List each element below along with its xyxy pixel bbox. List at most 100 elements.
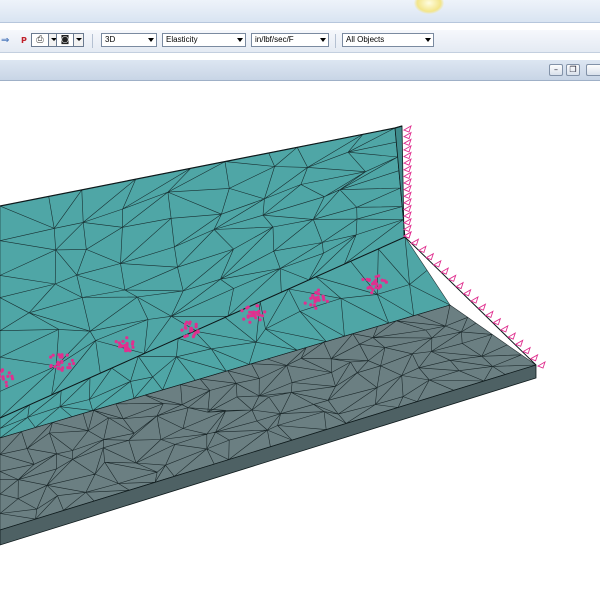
constraint-marker-dot: [58, 355, 62, 359]
p-button[interactable]: P: [21, 34, 27, 47]
constraint-marker-dot: [5, 384, 9, 388]
constraint-marker-dot: [258, 313, 262, 317]
constraint-marker-dot: [130, 342, 135, 346]
constraint-marker-dot: [312, 303, 316, 307]
view-mode-select[interactable]: 3D: [101, 33, 157, 47]
constraint-marker-dot: [56, 360, 60, 364]
constraint-marker-dot: [1, 377, 5, 381]
constraint-marker-dot: [125, 336, 129, 340]
restore-icon[interactable]: ❐: [566, 64, 580, 76]
constraint-marker-dot: [374, 285, 378, 289]
object-filter-select[interactable]: All Objects: [342, 33, 434, 47]
constraint-marker-dot: [51, 353, 55, 357]
constraint-arrow: [402, 224, 412, 232]
constraint-arrow: [402, 125, 412, 133]
units-value: in/lbf/sec/F: [255, 35, 294, 44]
constraint-arrow: [402, 197, 412, 206]
print-split-button[interactable]: ⎙: [31, 33, 59, 47]
constraint-marker-dot: [131, 345, 135, 349]
constraint-marker-dot: [251, 314, 255, 318]
chevron-down-icon: [148, 38, 154, 42]
units-select[interactable]: in/lbf/sec/F: [251, 33, 329, 47]
toolbar-separator: [92, 34, 93, 48]
constraint-marker-dot: [124, 344, 128, 348]
constraint-arrow: [402, 184, 412, 193]
constraint-marker-dot: [258, 318, 262, 322]
constraint-marker-dot: [7, 371, 11, 375]
constraint-marker-dot: [6, 374, 10, 378]
camera-icon: ◙: [60, 35, 70, 45]
constraint-marker-dot: [11, 377, 15, 381]
chevron-down-icon: [425, 38, 431, 42]
constraint-marker-dot: [246, 305, 250, 309]
object-filter-value: All Objects: [346, 35, 385, 44]
model-viewport[interactable]: [0, 81, 600, 600]
title-bar: [0, 0, 600, 23]
constraint-marker-dot: [260, 314, 265, 318]
constraint-marker-dot: [255, 311, 259, 315]
constraint-marker-dot: [184, 326, 188, 330]
constraint-marker-dot: [309, 303, 313, 307]
constraint-marker-dot: [368, 285, 372, 289]
constraint-marker-dot: [325, 299, 329, 303]
constraint-marker-dot: [377, 274, 381, 278]
constraint-marker-dot: [309, 296, 313, 300]
constraint-marker-dot: [255, 304, 259, 308]
minimize-icon[interactable]: –: [549, 64, 563, 76]
constraint-arrow: [402, 158, 412, 166]
constraint-arrow: [522, 346, 531, 355]
toolbar: ⇒ P ⎙ ◙ 3D Elasticity in/lbf/sec/F All O…: [0, 30, 600, 53]
constraint-marker-dot: [114, 340, 118, 344]
constraint-arrow: [402, 191, 412, 199]
constraint-marker-dot: [70, 358, 74, 362]
constraint-marker-dot: [250, 310, 254, 314]
constraint-marker-dot: [314, 291, 318, 295]
constraint-marker-dot: [380, 278, 384, 282]
chevron-down-icon[interactable]: [73, 34, 83, 46]
constraint-arrow: [402, 164, 412, 173]
view-mode-value: 3D: [105, 35, 116, 44]
analysis-type-value: Elasticity: [166, 35, 198, 44]
constraint-arrow: [402, 144, 412, 153]
constraint-marker-dot: [303, 301, 307, 305]
constraint-marker-dot: [314, 306, 318, 310]
constraint-marker-dot: [188, 329, 193, 333]
cursor-highlight: [414, 0, 444, 14]
constraint-marker-dot: [240, 309, 244, 313]
constraint-arrow: [514, 339, 524, 347]
constraint-arrow: [402, 131, 412, 140]
close-icon[interactable]: [586, 64, 600, 76]
constraint-marker-dot: [316, 288, 321, 292]
constraint-arrow: [402, 138, 412, 146]
constraint-marker-dot: [128, 349, 132, 353]
arrow-icon[interactable]: ⇒: [1, 34, 9, 47]
constraint-arrow: [536, 361, 546, 369]
constraint-marker-dot: [60, 360, 64, 364]
constraint-marker-dot: [180, 328, 184, 332]
analysis-type-select[interactable]: Elasticity: [162, 33, 246, 47]
constraint-arrow: [402, 178, 412, 186]
constraint-marker-dot: [72, 361, 76, 366]
constraint-marker-dot: [66, 366, 70, 370]
constraint-arrow: [402, 204, 412, 213]
chevron-down-icon: [320, 38, 326, 42]
constraint-marker-dot: [263, 310, 267, 314]
print-icon: ⎙: [36, 35, 44, 45]
constraint-marker-dot: [314, 297, 318, 301]
constraint-marker-dot: [321, 296, 326, 300]
document-window-bar: – ❐: [0, 60, 600, 81]
constraint-marker-dot: [117, 341, 121, 345]
constraint-marker-dot: [361, 277, 365, 282]
constraint-marker-dot: [194, 331, 198, 335]
toolbar-separator: [335, 34, 336, 48]
constraint-marker-dot: [57, 367, 62, 371]
constraint-marker-dot: [49, 364, 53, 368]
constraint-marker-dot: [68, 362, 72, 366]
constraint-marker-dot: [0, 369, 4, 373]
constraint-arrow: [402, 151, 412, 160]
constraint-marker-dot: [248, 320, 252, 324]
constraint-arrow: [402, 211, 412, 219]
constraint-marker-dot: [61, 366, 65, 370]
constraint-marker-dot: [367, 278, 371, 283]
capture-split-button[interactable]: ◙: [56, 33, 84, 47]
